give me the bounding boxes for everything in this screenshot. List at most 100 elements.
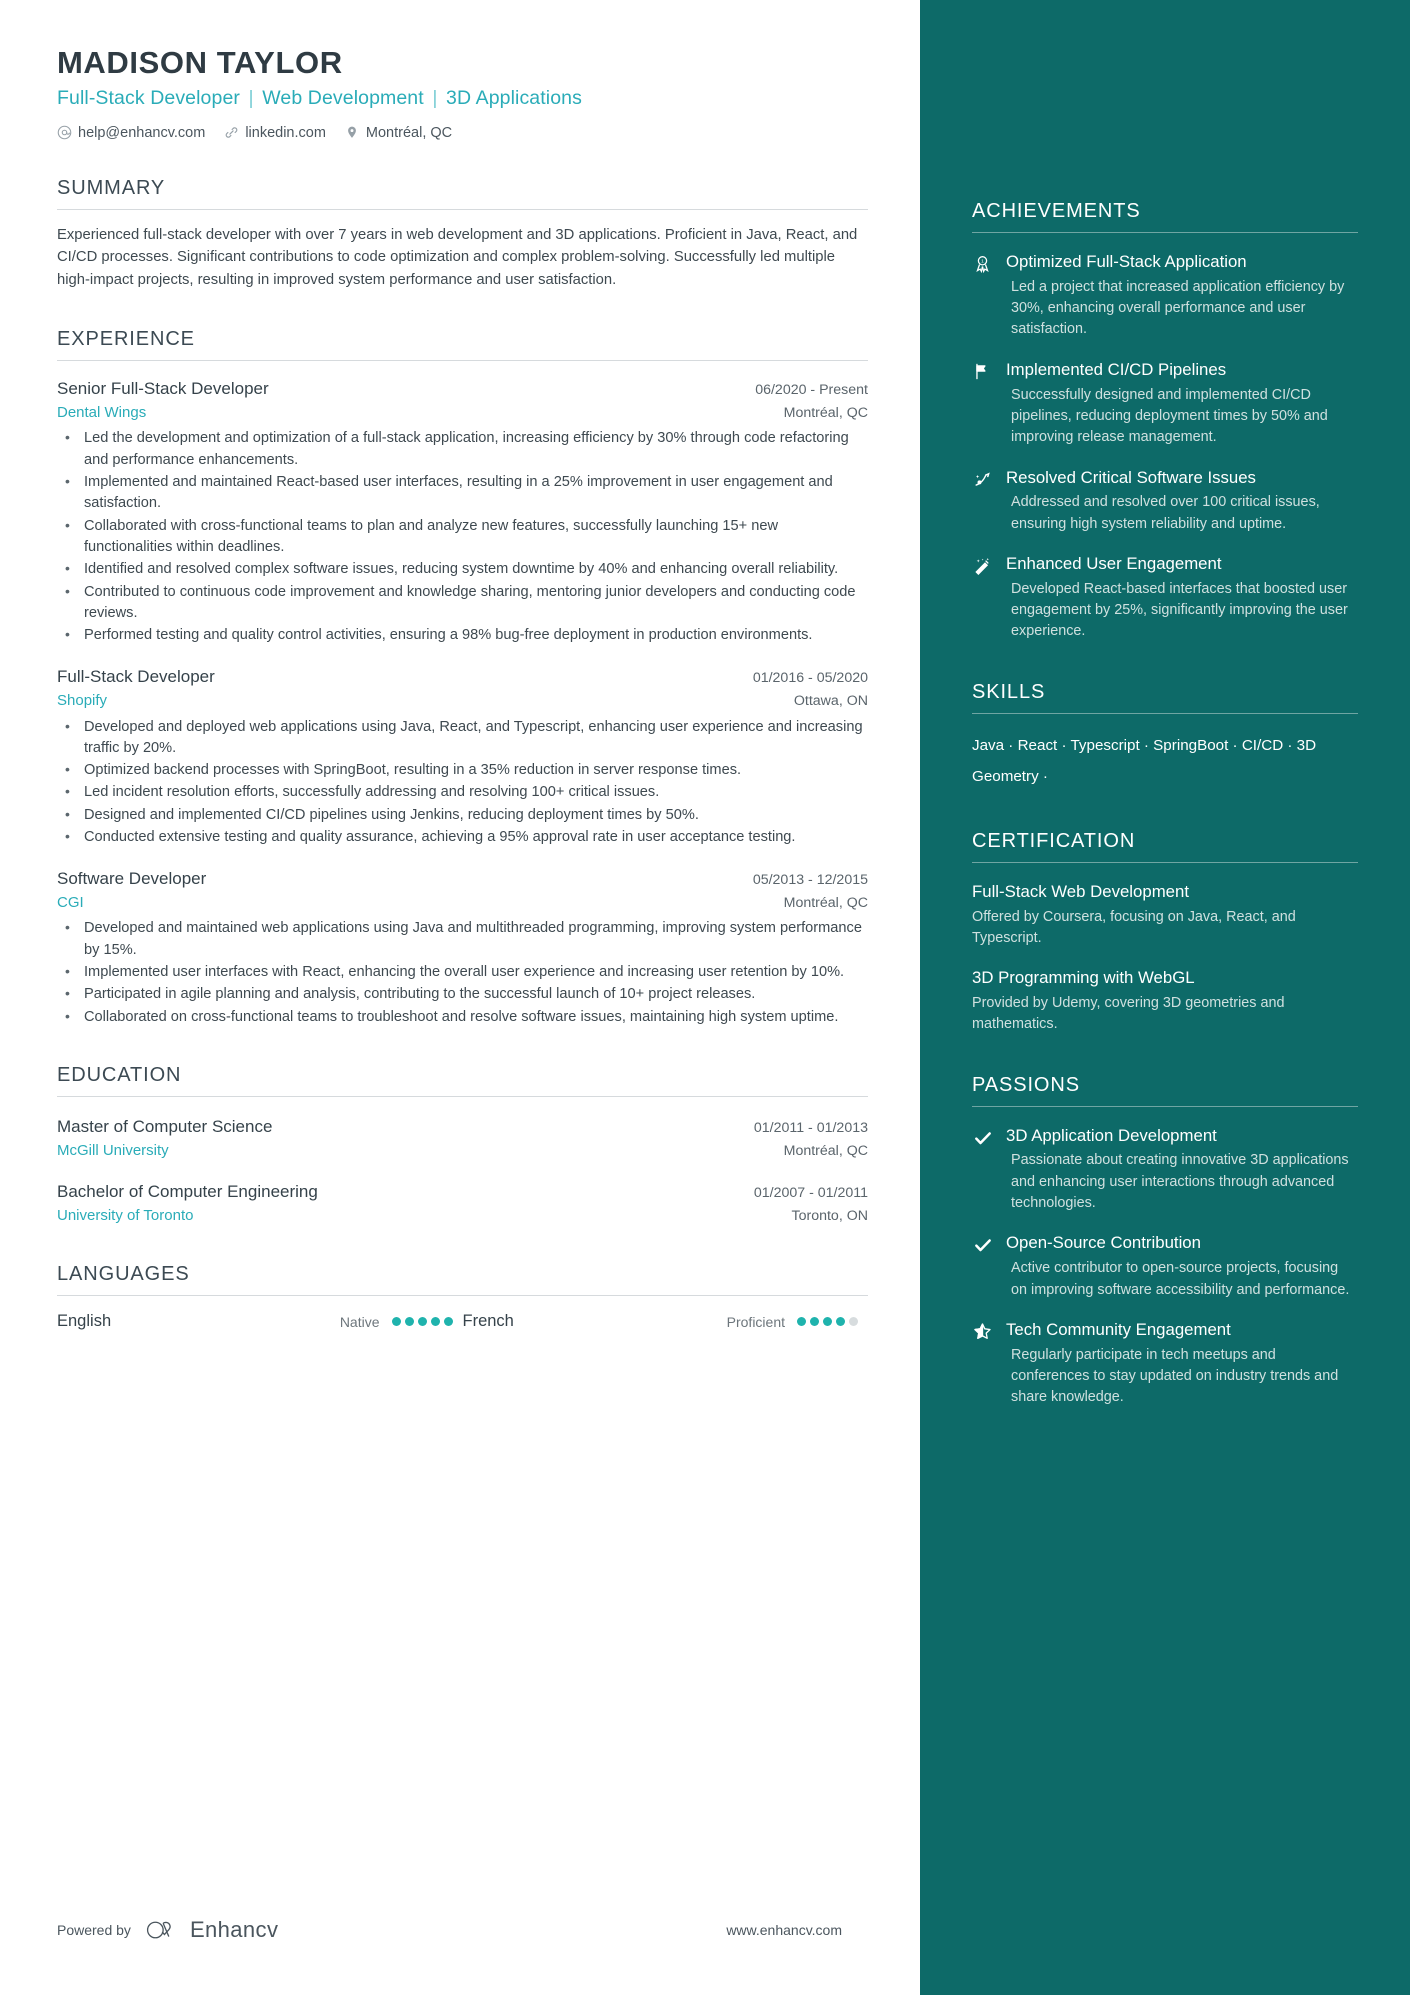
job-location: Ottawa, ON: [793, 693, 868, 710]
proficiency-dot: [417, 1317, 427, 1327]
experience-title-row: Software Developer 05/2013 - 12/2015: [57, 867, 868, 892]
experience-org-row: Shopify Ottawa, ON: [57, 690, 868, 713]
experience-title-row: Full-Stack Developer 01/2016 - 05/2020: [57, 665, 868, 690]
language-name: French: [462, 1312, 514, 1331]
education-title-row: Master of Computer Science 01/2011 - 01/…: [57, 1115, 868, 1140]
footer-url[interactable]: www.enhancv.com: [726, 1922, 842, 1938]
experience-list: Senior Full-Stack Developer 06/2020 - Pr…: [57, 377, 868, 1028]
job-bullet-list: Led the development and optimization of …: [57, 427, 868, 646]
language-item: English Native: [57, 1312, 463, 1331]
headline-separator: |: [248, 87, 254, 110]
language-name: English: [57, 1312, 112, 1331]
experience-bullet: Led the development and optimization of …: [57, 427, 868, 471]
passion-title: Open-Source Contribution: [1006, 1233, 1201, 1253]
language-level: Proficient: [726, 1313, 785, 1330]
contact-email[interactable]: help@enhancv.com: [57, 125, 205, 141]
job-company[interactable]: Dental Wings: [57, 402, 146, 425]
experience-bullet: Implemented and maintained React-based u…: [57, 471, 868, 515]
divider: [57, 208, 868, 210]
languages-list: English Native French Proficient: [57, 1312, 868, 1331]
svg-text:1: 1: [981, 259, 984, 265]
sidebar: ACHIEVEMENTS 1 Optimized Full-Stack Appl…: [920, 0, 1410, 1995]
certification-title: Full-Stack Web Development: [972, 882, 1190, 902]
achievement-title: Implemented CI/CD Pipelines: [1006, 359, 1227, 379]
check-icon: [972, 1125, 993, 1215]
experience-bullet: Contributed to continuous code improveme…: [57, 581, 868, 625]
achievement-title: Enhanced User Engagement: [1006, 553, 1222, 573]
education-entry: Master of Computer Science 01/2011 - 01/…: [57, 1115, 868, 1162]
education-heading: EDUCATION: [57, 1063, 182, 1086]
divider: [972, 1105, 1358, 1107]
education-location: Toronto, ON: [791, 1207, 869, 1224]
section-passions: PASSIONS 3D Application Development Pass…: [972, 1074, 1358, 1409]
school-name[interactable]: University of Toronto: [57, 1205, 193, 1228]
divider: [57, 360, 868, 362]
headline-part-1: Full-Stack Developer: [57, 87, 240, 110]
certification-heading: CERTIFICATION: [972, 830, 1136, 853]
divider: [972, 862, 1358, 864]
experience-bullet: Collaborated on cross-functional teams t…: [57, 1006, 868, 1028]
passion-body: 3D Application Development Passionate ab…: [1006, 1125, 1358, 1215]
achievement-item: Resolved Critical Software Issues Addres…: [972, 467, 1358, 535]
divider: [57, 1095, 868, 1097]
experience-bullet: Identified and resolved complex software…: [57, 558, 868, 580]
powered-by-label: Powered by: [57, 1922, 131, 1938]
achievement-body: Implemented CI/CD Pipelines Successfully…: [1006, 359, 1358, 449]
certification-item: Full-Stack Web Development Offered by Co…: [972, 881, 1358, 949]
education-date: 01/2011 - 01/2013: [753, 1119, 868, 1136]
section-experience: EXPERIENCE Senior Full-Stack Developer 0…: [57, 328, 868, 1028]
experience-bullet: Developed and deployed web applications …: [57, 716, 868, 760]
job-location: Montréal, QC: [783, 404, 868, 421]
skills-heading: SKILLS: [972, 680, 1046, 703]
enhancv-logo: Enhancv: [145, 1917, 278, 1943]
divider: [57, 1295, 868, 1297]
job-date: 05/2013 - 12/2015: [752, 872, 868, 889]
divider: [972, 712, 1358, 714]
page-title: MADISON TAYLOR: [57, 45, 343, 80]
passion-title: 3D Application Development: [1006, 1125, 1217, 1145]
achievement-item: 1 Optimized Full-Stack Application Led a…: [972, 251, 1358, 341]
section-languages: LANGUAGES English Native French Proficie…: [57, 1263, 868, 1331]
contact-list: help@enhancv.com linkedin.com Montréal, …: [57, 125, 868, 141]
achievement-description: Led a project that increased application…: [1011, 278, 1345, 338]
passion-item: 3D Application Development Passionate ab…: [972, 1125, 1358, 1215]
achievement-description: Addressed and resolved over 100 critical…: [1011, 494, 1320, 532]
section-certification: CERTIFICATION Full-Stack Web Development…: [972, 830, 1358, 1036]
rocket-trail-icon: [972, 467, 993, 535]
language-level: Native: [339, 1313, 380, 1330]
powered-by-block: Powered by Enhancv: [57, 1917, 278, 1943]
passion-item: Tech Community Engagement Regularly part…: [972, 1319, 1358, 1409]
language-rating: [391, 1317, 453, 1327]
resume-page: MADISON TAYLOR Full-Stack Developer | We…: [0, 0, 1410, 1995]
job-location: Montréal, QC: [783, 894, 868, 911]
enhancv-wordmark: Enhancv: [189, 1917, 279, 1942]
divider: [972, 232, 1358, 233]
location-pin-icon: [345, 125, 360, 140]
check-icon: [972, 1232, 993, 1300]
proficiency-dot: [430, 1317, 440, 1327]
passion-description: Active contributor to open-source projec…: [1011, 1260, 1350, 1298]
job-bullet-list: Developed and deployed web applications …: [57, 716, 868, 849]
experience-bullet: Conducted extensive testing and quality …: [57, 826, 868, 848]
job-date: 01/2016 - 05/2020: [752, 670, 868, 687]
education-date: 01/2007 - 01/2011: [753, 1185, 868, 1202]
degree-title: Bachelor of Computer Engineering: [57, 1182, 318, 1202]
proficiency-dot: [823, 1317, 832, 1327]
school-name[interactable]: McGill University: [57, 1140, 169, 1163]
job-company[interactable]: Shopify: [57, 690, 107, 713]
job-role: Senior Full-Stack Developer: [57, 379, 269, 399]
proficiency-dot: [443, 1317, 453, 1327]
skills-text: Java · React · Typescript · SpringBoot ·…: [972, 736, 1317, 785]
job-company[interactable]: CGI: [57, 892, 84, 915]
experience-org-row: CGI Montréal, QC: [57, 892, 868, 915]
passions-list: 3D Application Development Passionate ab…: [972, 1125, 1358, 1409]
education-list: Master of Computer Science 01/2011 - 01/…: [57, 1115, 868, 1227]
passions-heading: PASSIONS: [972, 1073, 1080, 1096]
experience-bullet: Collaborated with cross-functional teams…: [57, 515, 868, 559]
contact-linkedin[interactable]: linkedin.com: [224, 125, 326, 141]
certification-list: Full-Stack Web Development Offered by Co…: [972, 881, 1358, 1036]
passion-body: Tech Community Engagement Regularly part…: [1006, 1319, 1358, 1409]
experience-entry: Senior Full-Stack Developer 06/2020 - Pr…: [57, 377, 868, 646]
proficiency-dot: [797, 1317, 806, 1327]
proficiency-dot: [836, 1317, 845, 1327]
